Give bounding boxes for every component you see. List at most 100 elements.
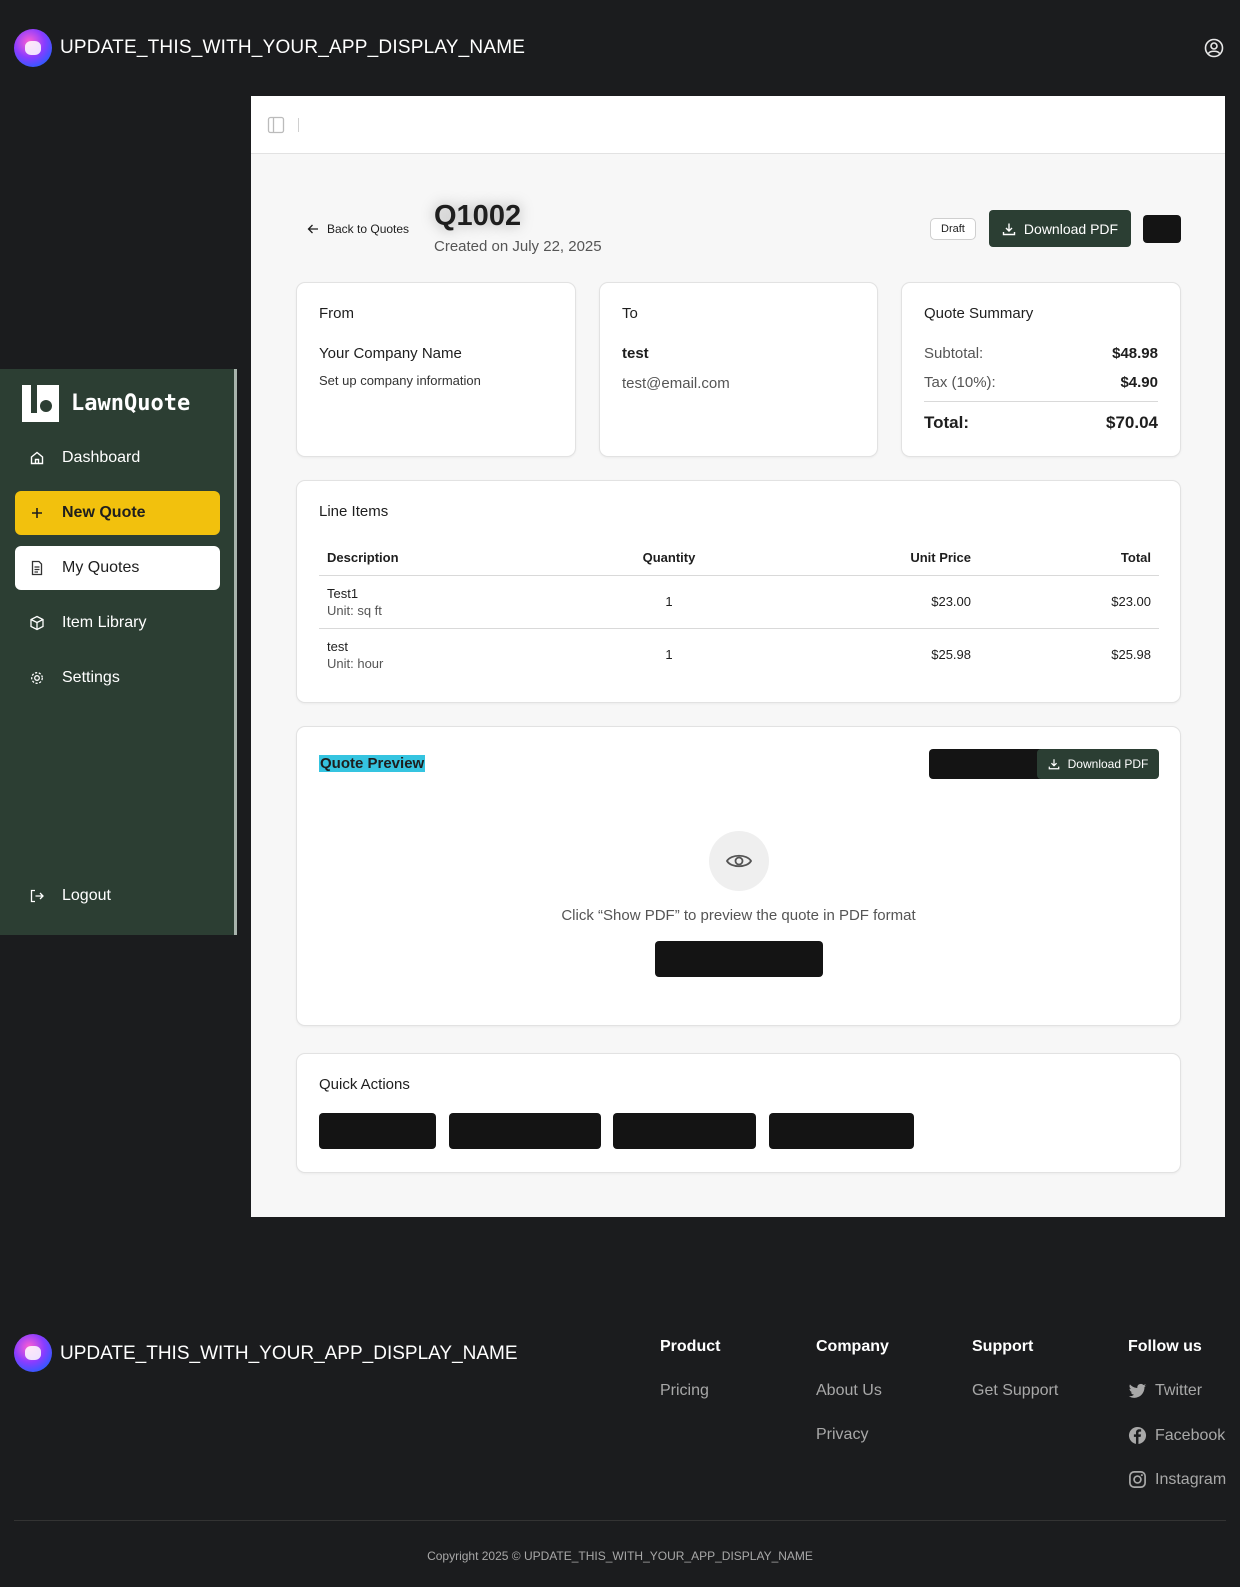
column-header: Description xyxy=(319,541,609,576)
total-label: Total: xyxy=(924,413,970,432)
item-quantity: 1 xyxy=(665,647,673,663)
item-name: test xyxy=(327,638,348,654)
total-value: $70.04 xyxy=(1106,413,1158,432)
preview-title: Quote Preview xyxy=(319,755,426,772)
footer-link-instagram[interactable]: Instagram xyxy=(1128,1470,1226,1489)
preview-download-label: Download PDF xyxy=(1067,757,1149,771)
logout-button[interactable]: Logout xyxy=(15,874,220,918)
sidebar-item-new-quote[interactable]: New Quote xyxy=(15,491,220,535)
facebook-label: Facebook xyxy=(1155,1426,1226,1444)
subtotal-row: Subtotal: $48.98 xyxy=(924,345,1158,362)
page-title: Q1002 xyxy=(434,200,522,232)
download-pdf-label: Download PDF xyxy=(1023,220,1119,237)
brand[interactable]: LawnQuote xyxy=(22,384,190,422)
footer-link-get-support[interactable]: Get Support xyxy=(972,1382,1058,1400)
quick-actions-card: Quick Actions xyxy=(296,1053,1181,1173)
client-email: test@email.com xyxy=(622,375,730,392)
sidebar: LawnQuote Dashboard New Quote My Quotes … xyxy=(0,369,237,935)
item-quantity: 1 xyxy=(609,575,729,629)
gear-icon xyxy=(31,672,43,684)
from-title: From xyxy=(319,305,354,322)
line-items-title: Line Items xyxy=(319,503,389,520)
sidebar-item-label: My Quotes xyxy=(62,559,140,576)
user-account-icon[interactable] xyxy=(1204,38,1224,58)
quote-summary-card: Quote Summary Subtotal: $48.98 Tax (10%)… xyxy=(901,282,1181,457)
column-header: Quantity xyxy=(609,541,729,576)
footer-app-logo[interactable] xyxy=(14,1334,52,1372)
item-total: $25.98 xyxy=(1111,647,1151,663)
app-logo[interactable] xyxy=(14,29,52,67)
sidebar-item-dashboard[interactable]: Dashboard xyxy=(15,436,220,480)
footer-link-twitter[interactable]: Twitter xyxy=(1128,1382,1202,1400)
footer-link-about-us[interactable]: About Us xyxy=(816,1382,882,1400)
document-icon xyxy=(31,560,43,576)
more-actions-button[interactable] xyxy=(1143,215,1181,243)
item-unit-price: $25.98 xyxy=(931,647,971,663)
quick-action-button[interactable] xyxy=(769,1113,914,1149)
arrow-left-icon xyxy=(307,224,318,234)
download-icon xyxy=(1002,223,1016,235)
tax-label: Tax (10%): xyxy=(924,374,996,391)
from-card: From Your Company Name Set up company in… xyxy=(296,282,576,457)
sidebar-item-label: Dashboard xyxy=(62,449,141,466)
sidebar-item-label: Settings xyxy=(62,669,120,686)
toolbar-divider xyxy=(298,118,299,132)
brand-name: LawnQuote xyxy=(71,390,191,416)
footer-support-heading: Support xyxy=(972,1338,1034,1355)
main-content: Back to Quotes Q1002 Created on July 22,… xyxy=(251,96,1225,1217)
preview-message: Click “Show PDF” to preview the quote in… xyxy=(561,907,916,924)
top-bar: UPDATE_THIS_WITH_YOUR_APP_DISPLAY_NAME xyxy=(0,0,1240,96)
quick-action-button[interactable] xyxy=(449,1113,601,1149)
to-card: To test test@email.com xyxy=(599,282,878,457)
footer-divider xyxy=(14,1520,1226,1521)
preview-download-pdf-button[interactable]: Download PDF xyxy=(1037,749,1159,779)
subtotal-value: $48.98 xyxy=(1112,345,1158,362)
footer-link-privacy[interactable]: Privacy xyxy=(816,1426,868,1444)
logout-label: Logout xyxy=(62,887,111,904)
sidebar-item-my-quotes[interactable]: My Quotes xyxy=(15,546,220,590)
summary-title: Quote Summary xyxy=(924,305,1034,322)
subtotal-label: Subtotal: xyxy=(924,345,984,362)
table-header-row: Description Quantity Unit Price Total xyxy=(319,541,1159,576)
item-unit: Unit: sq ft xyxy=(327,602,382,618)
sidebar-toggle-icon[interactable] xyxy=(267,116,285,134)
table-row: test Unit: hour 1 $25.98 $25.98 xyxy=(319,628,1159,681)
sidebar-item-item-library[interactable]: Item Library xyxy=(15,601,220,645)
facebook-icon xyxy=(1128,1426,1147,1445)
line-items-table: Description Quantity Unit Price Total Te… xyxy=(319,541,1159,681)
quote-preview-card: Quote Preview Download PDF Click “Show P… xyxy=(296,726,1181,1026)
download-pdf-button[interactable]: Download PDF xyxy=(989,210,1131,247)
instagram-icon xyxy=(1129,1471,1146,1488)
show-pdf-preview-button[interactable] xyxy=(655,941,823,977)
sidebar-item-settings[interactable]: Settings xyxy=(15,656,220,700)
twitter-label: Twitter xyxy=(1155,1382,1203,1399)
quick-actions-title: Quick Actions xyxy=(319,1076,410,1093)
back-to-quotes-link[interactable]: Back to Quotes xyxy=(307,222,409,236)
footer-app-name[interactable]: UPDATE_THIS_WITH_YOUR_APP_DISPLAY_NAME xyxy=(60,1343,518,1365)
footer-link-pricing[interactable]: Pricing xyxy=(660,1382,709,1400)
package-icon xyxy=(30,615,44,631)
preview-placeholder xyxy=(709,831,769,891)
back-link-label: Back to Quotes xyxy=(327,222,410,236)
quick-action-button[interactable] xyxy=(319,1113,436,1149)
footer-link-facebook[interactable]: Facebook xyxy=(1128,1426,1225,1445)
eye-icon xyxy=(725,854,753,868)
tax-value: $4.90 xyxy=(1120,374,1158,391)
footer-company-heading: Company xyxy=(816,1338,889,1355)
quick-action-button[interactable] xyxy=(613,1113,756,1149)
brand-logo-icon xyxy=(22,384,59,422)
footer-follow-heading: Follow us xyxy=(1128,1338,1202,1355)
table-row: Test1 Unit: sq ft 1 $23.00 $23.00 xyxy=(319,575,1159,629)
sidebar-item-label: New Quote xyxy=(62,504,146,521)
item-unit-price: $23.00 xyxy=(729,575,979,629)
company-name: Your Company Name xyxy=(319,345,462,362)
summary-divider xyxy=(924,401,1158,402)
twitter-icon xyxy=(1128,1383,1147,1398)
company-note: Set up company information xyxy=(319,373,481,388)
item-unit: Unit: hour xyxy=(327,655,384,671)
app-name[interactable]: UPDATE_THIS_WITH_YOUR_APP_DISPLAY_NAME xyxy=(60,37,525,59)
column-header: Unit Price xyxy=(729,541,979,576)
plus-icon xyxy=(32,508,42,518)
item-total: $23.00 xyxy=(979,575,1159,629)
item-name: Test1 xyxy=(327,585,359,601)
